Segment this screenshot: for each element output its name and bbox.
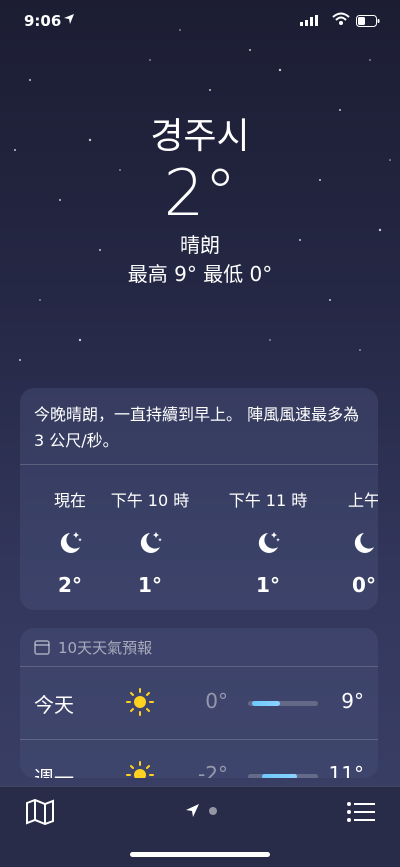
hourly-forecast-card[interactable]: 今晚晴朗，一直持續到早上。 陣風風速最多為 3 公尺/秒。 現在 2° 下午 1…	[20, 388, 378, 610]
location-arrow-icon	[64, 14, 74, 24]
hour-label: 下午 10 時	[110, 491, 190, 510]
page-indicator[interactable]	[185, 803, 221, 823]
home-indicator	[130, 852, 270, 857]
day-row[interactable]: 今天 0° 9°	[20, 667, 378, 740]
map-icon[interactable]	[25, 798, 55, 829]
day-low: -2°	[198, 762, 228, 778]
ten-day-header: 10天天氣預報	[20, 628, 378, 667]
hour-temperature: 0°	[352, 573, 376, 597]
moon-stars-icon	[218, 529, 318, 557]
hour-temperature: 1°	[256, 573, 280, 597]
hour-item: 上午 0°	[334, 487, 378, 597]
day-name: 今天	[34, 693, 74, 717]
hour-label: 上午	[347, 491, 378, 510]
temperature-range-fill	[251, 701, 280, 706]
hour-item: 下午 10 時 1°	[100, 487, 200, 597]
ten-day-title: 10天天氣預報	[58, 638, 153, 657]
cellular-signal-icon	[300, 15, 318, 26]
moon-stars-icon	[100, 529, 200, 557]
battery-icon	[356, 15, 380, 27]
day-low: 0°	[205, 689, 228, 713]
day-high: 9°	[341, 689, 364, 713]
city-list-icon[interactable]	[347, 801, 375, 827]
calendar-icon	[34, 640, 50, 655]
temperature-range-bar	[248, 774, 318, 778]
hour-label: 下午 11 時	[228, 491, 308, 510]
hourly-scroller[interactable]: 現在 2° 下午 10 時 1° 下午 11 時 1° 上午 0°	[20, 465, 378, 610]
city-name: 경주시	[150, 116, 250, 157]
temperature-range-bar	[248, 701, 318, 706]
temperature-range-fill	[262, 774, 297, 778]
status-time: 9:06	[24, 12, 62, 30]
current-weather: 경주시 2° 晴朗 最高 9° 最低 0°	[0, 115, 400, 289]
hour-item: 下午 11 時 1°	[218, 487, 318, 597]
ten-day-forecast-card[interactable]: 10天天氣預報 今天 0° 9° 週一 -2° 11°	[20, 628, 378, 778]
sun-icon	[125, 760, 155, 778]
wifi-icon	[332, 12, 350, 25]
sun-icon	[125, 687, 155, 721]
day-high: 11°	[328, 762, 364, 778]
forecast-summary: 今晚晴朗，一直持續到早上。 陣風風速最多為 3 公尺/秒。	[20, 388, 378, 465]
bottom-toolbar	[0, 786, 400, 867]
day-name: 週一	[34, 766, 74, 778]
day-row[interactable]: 週一 -2° 11°	[20, 740, 378, 778]
hour-temperature: 1°	[138, 573, 162, 597]
condition-text: 晴朗	[180, 233, 220, 257]
current-temperature: 2°	[163, 157, 237, 231]
status-bar: 9:06	[0, 0, 400, 44]
high-low-temperature: 最高 9° 最低 0°	[127, 262, 273, 286]
moon-stars-icon	[334, 529, 378, 557]
